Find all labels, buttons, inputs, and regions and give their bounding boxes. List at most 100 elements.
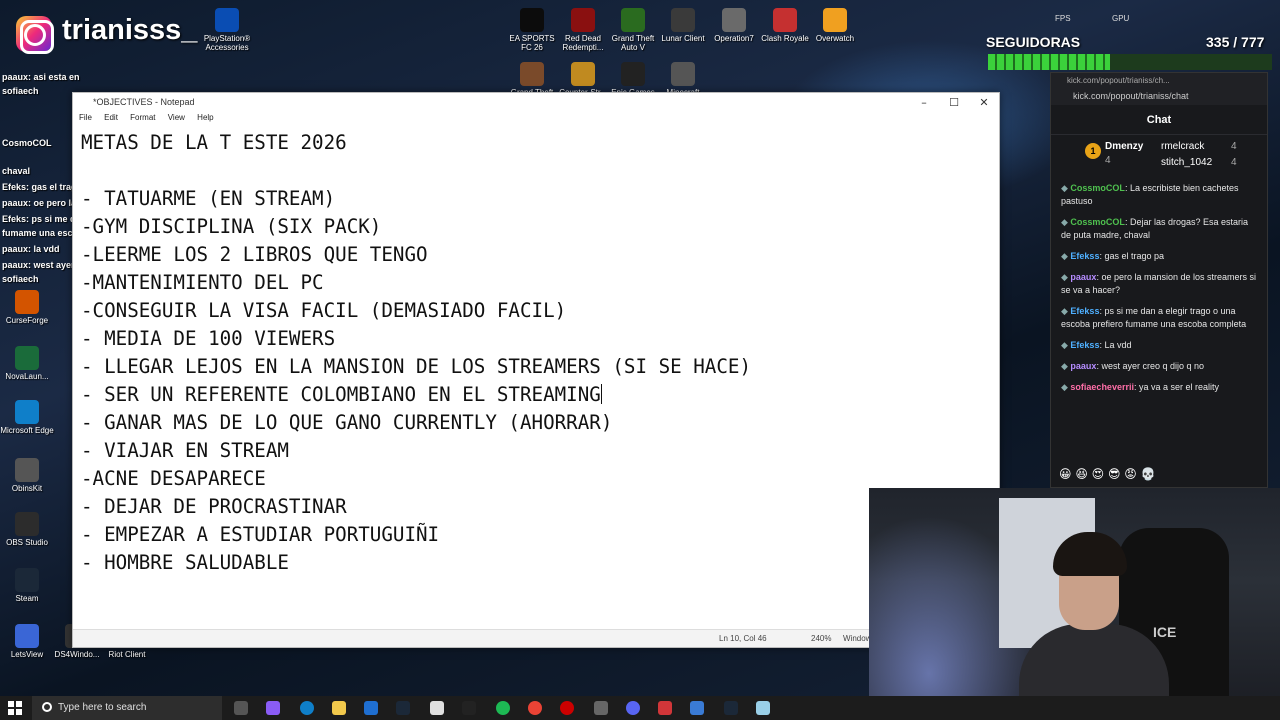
notepad-line: - VIAJAR EN STREAM bbox=[81, 437, 751, 465]
followers-goal-count: 335 / 777 bbox=[1206, 34, 1265, 50]
top-list-name: stitch_1042 bbox=[1161, 157, 1213, 168]
chat-username[interactable]: paaux bbox=[1070, 272, 1096, 282]
notepad-window[interactable]: *OBJECTIVES - Notepad – ☐ ✕ File Edit Fo… bbox=[72, 92, 1000, 648]
chat-window[interactable]: kick.com/popout/trianiss/ch... kick.com/… bbox=[1050, 72, 1268, 488]
desktop-icon-obs-studio[interactable]: OBS Studio bbox=[0, 512, 54, 547]
obs-icon bbox=[15, 512, 39, 536]
top-gifter-rank: 1 bbox=[1085, 143, 1101, 159]
desktop-icon-obinskit[interactable]: ObinsKit bbox=[0, 458, 54, 493]
top-list-count: 4 bbox=[1231, 141, 1237, 152]
desktop-icon-letsview[interactable]: LetsView bbox=[0, 624, 54, 659]
chrome-icon[interactable] bbox=[528, 701, 542, 715]
minimize-button[interactable]: – bbox=[909, 95, 939, 111]
desktop-icon-clash-royale[interactable]: Clash Royale bbox=[758, 8, 812, 43]
gta-icon bbox=[621, 8, 645, 32]
menu-view[interactable]: View bbox=[168, 113, 185, 122]
maximize-button[interactable]: ☐ bbox=[939, 95, 969, 111]
notepad-line-text: -LEERME LOS 2 LIBROS QUE TENGO bbox=[81, 243, 428, 266]
menu-help[interactable]: Help bbox=[197, 113, 213, 122]
desktop-icon-microsoft-edge[interactable]: Microsoft Edge bbox=[0, 400, 54, 435]
opera-icon[interactable] bbox=[560, 701, 574, 715]
chat-window-title: kick.com/popout/trianiss/ch... bbox=[1051, 73, 1267, 87]
emote-bar[interactable]: 😀 😆 😍 😎 😡 💀 bbox=[1059, 467, 1156, 481]
app-icon[interactable] bbox=[690, 701, 704, 715]
notepad-icon[interactable] bbox=[756, 701, 770, 715]
streamer-handle: trianisss_ bbox=[62, 14, 198, 46]
badge-icon: ◆ bbox=[1061, 382, 1071, 392]
chat-username[interactable]: Efekss bbox=[1070, 340, 1099, 350]
notepad-line-text: - SER UN REFERENTE COLOMBIANO EN EL STRE… bbox=[81, 383, 601, 406]
chat-username[interactable]: sofiaecheverrii bbox=[1070, 382, 1134, 392]
taskbar-search[interactable]: Type here to search bbox=[32, 696, 222, 720]
desktop-icon-red-dead[interactable]: Red Dead Redempti... bbox=[556, 8, 610, 52]
followers-goal-label: SEGUIDORAS bbox=[986, 34, 1081, 50]
menu-file[interactable]: File bbox=[79, 113, 92, 122]
edge-icon[interactable] bbox=[300, 701, 314, 715]
ghost-chat-line: paaux: la vdd bbox=[2, 244, 60, 254]
desktop-icon-playstation-accessories[interactable]: PlayStation® Accessories bbox=[200, 8, 254, 52]
chat-username[interactable]: CossmoCOL bbox=[1070, 183, 1125, 193]
desktop-icon-operation7[interactable]: Operation7 bbox=[707, 8, 761, 43]
desktop-icon-lunar-client[interactable]: Lunar Client bbox=[656, 8, 710, 43]
menu-edit[interactable]: Edit bbox=[104, 113, 118, 122]
overwatch-icon bbox=[823, 8, 847, 32]
steam-icon[interactable] bbox=[724, 701, 738, 715]
notepad-line-text: - LLEGAR LEJOS EN LA MANSION DE LOS STRE… bbox=[81, 355, 752, 378]
desktop-icon-novalauncher[interactable]: NovaLaun... bbox=[0, 346, 54, 381]
desktop-icon-steam[interactable]: Steam bbox=[0, 568, 54, 603]
desktop-icon-overwatch[interactable]: Overwatch bbox=[808, 8, 862, 43]
notepad-titlebar[interactable]: *OBJECTIVES - Notepad – ☐ ✕ bbox=[73, 93, 999, 113]
gta-icon bbox=[520, 62, 544, 86]
notepad-line: - DEJAR DE PROCRASTINAR bbox=[81, 493, 751, 521]
ghost-chat-line: paaux: asi esta en bbox=[2, 72, 80, 82]
chat-message: ◆ Efekss: gas el trago pa bbox=[1051, 247, 1267, 268]
chat-username[interactable]: CossmoCOL bbox=[1070, 217, 1125, 227]
badge-icon: ◆ bbox=[1061, 306, 1071, 316]
chat-header: Chat bbox=[1051, 105, 1267, 135]
novalauncher-icon bbox=[15, 346, 39, 370]
epic-games-icon[interactable] bbox=[462, 701, 476, 715]
steam-icon bbox=[15, 568, 39, 592]
close-button[interactable]: ✕ bbox=[969, 95, 999, 111]
notepad-line: - GANAR MAS DE LO QUE GANO CURRENTLY (AH… bbox=[81, 409, 751, 437]
notepad-line-text: METAS DE LA T ESTE 2026 bbox=[81, 131, 347, 154]
webcam-feed: ICE bbox=[869, 488, 1280, 720]
notepad-line-text: - HOMBRE SALUDABLE bbox=[81, 551, 289, 574]
store-icon[interactable] bbox=[430, 701, 444, 715]
notepad-line: -LEERME LOS 2 LIBROS QUE TENGO bbox=[81, 241, 751, 269]
desktop-icon-ea-sports-fc[interactable]: EA SPORTS FC 26 bbox=[505, 8, 559, 52]
followers-goal-fill bbox=[988, 54, 1111, 70]
chat-username[interactable]: paaux bbox=[1070, 361, 1096, 371]
followers-goal-bar bbox=[988, 54, 1272, 70]
discord-icon[interactable] bbox=[626, 701, 640, 715]
chat-message: ◆ Efekss: ps si me dan a elegir trago o … bbox=[1051, 302, 1267, 336]
steam-icon[interactable] bbox=[396, 701, 410, 715]
minecraft-icon bbox=[671, 62, 695, 86]
outlook-icon[interactable] bbox=[364, 701, 378, 715]
spotify-icon[interactable] bbox=[496, 701, 510, 715]
desktop-icon-curseforge[interactable]: CurseForge bbox=[0, 290, 54, 325]
windows-start-icon[interactable] bbox=[8, 701, 22, 715]
chat-message-list: ◆ CossmoCOL: La escribiste bien cachetes… bbox=[1051, 179, 1267, 399]
chat-url-bar[interactable]: kick.com/popout/trianiss/chat bbox=[1051, 87, 1267, 105]
app-icon[interactable] bbox=[594, 701, 608, 715]
app-icon[interactable] bbox=[266, 701, 280, 715]
gpu-label: GPU bbox=[1112, 14, 1130, 23]
chat-message: ◆ CossmoCOL: Dejar las drogas? Esa estar… bbox=[1051, 213, 1267, 247]
notepad-line: - MEDIA DE 100 VIEWERS bbox=[81, 325, 751, 353]
chat-username[interactable]: Efekss bbox=[1070, 306, 1099, 316]
menu-format[interactable]: Format bbox=[130, 113, 155, 122]
desktop-icon-gta-v[interactable]: Grand Theft Auto V bbox=[606, 8, 660, 52]
top-gifter-count: 4 bbox=[1105, 155, 1111, 166]
riot-client-icon[interactable] bbox=[658, 701, 672, 715]
file-explorer-icon[interactable] bbox=[332, 701, 346, 715]
notepad-text-area[interactable]: METAS DE LA T ESTE 2026 - TATUARME (EN ST… bbox=[81, 129, 751, 577]
clash-royale-icon bbox=[773, 8, 797, 32]
instagram-icon bbox=[16, 16, 54, 54]
task-view-icon[interactable] bbox=[234, 701, 248, 715]
badge-icon: ◆ bbox=[1061, 361, 1071, 371]
notepad-statusbar: Ln 10, Col 46 240% Windows bbox=[73, 629, 999, 647]
badge-icon: ◆ bbox=[1061, 340, 1071, 350]
chat-username[interactable]: Efekss bbox=[1070, 251, 1099, 261]
notepad-line: - LLEGAR LEJOS EN LA MANSION DE LOS STRE… bbox=[81, 353, 751, 381]
